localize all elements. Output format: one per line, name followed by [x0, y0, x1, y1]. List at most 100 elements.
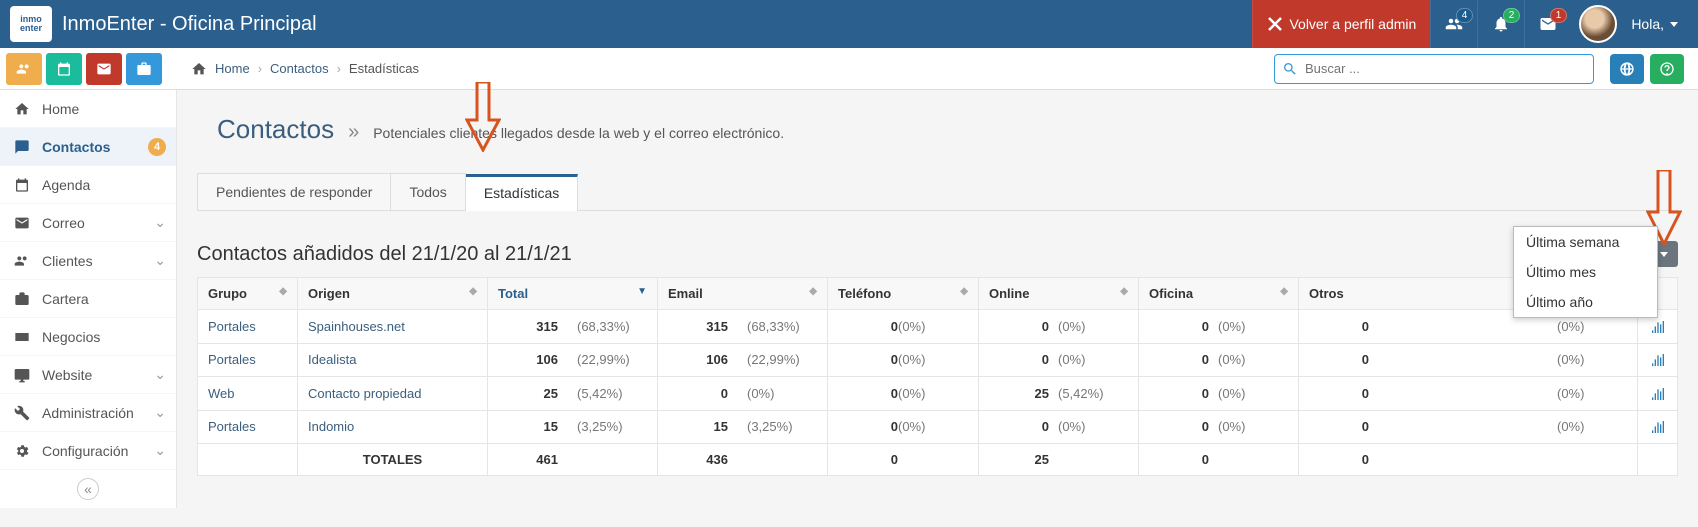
cell-origen[interactable]: Spainhouses.net: [298, 310, 488, 344]
quick-users-button[interactable]: [6, 53, 42, 85]
sidebar-item-website[interactable]: Website⌄: [0, 356, 176, 394]
th-total[interactable]: Total▼: [488, 278, 658, 310]
period-option-week[interactable]: Última semana: [1514, 227, 1657, 257]
cell-online: 0(0%): [979, 343, 1139, 377]
cell-origen[interactable]: Idealista: [298, 343, 488, 377]
sidebar-item-correo[interactable]: Correo ⌄: [0, 204, 176, 242]
chevron-down-icon: ⌄: [154, 252, 166, 269]
sidebar-item-administracion[interactable]: Administración ⌄: [0, 394, 176, 432]
sort-icon: ◆: [469, 286, 477, 297]
th-email[interactable]: Email◆: [658, 278, 828, 310]
cell-email: 0(0%): [658, 377, 828, 411]
table-row: PortalesSpainhouses.net315(68,33%)315(68…: [198, 310, 1678, 344]
chevron-down-icon: ⌄: [154, 442, 166, 459]
mail-badge: 1: [1550, 8, 1568, 23]
topbar-users-button[interactable]: 4: [1430, 0, 1477, 48]
cell-total: 25(5,42%): [488, 377, 658, 411]
tab-all[interactable]: Todos: [391, 173, 465, 210]
totals-label: TOTALES: [298, 444, 488, 476]
totals-total: 461: [488, 444, 658, 476]
breadcrumb-home[interactable]: Home: [215, 61, 250, 76]
quick-calendar-button[interactable]: [46, 53, 82, 85]
chevron-down-icon: ⌄: [154, 404, 166, 421]
period-option-year[interactable]: Último año: [1514, 287, 1657, 317]
cell-oficina: 0(0%): [1139, 310, 1299, 344]
tab-pending[interactable]: Pendientes de responder: [197, 173, 391, 210]
cell-telefono: 0(0%): [828, 343, 979, 377]
sidebar-item-label: Configuración: [42, 443, 128, 459]
sidebar-item-configuracion[interactable]: Configuración ⌄: [0, 432, 176, 470]
row-chart-button[interactable]: [1638, 343, 1678, 377]
th-oficina[interactable]: Oficina ◆: [1139, 278, 1299, 310]
chevron-down-icon: [1670, 22, 1678, 27]
calendar-icon: [14, 176, 30, 193]
sidebar-item-clientes[interactable]: Clientes⌄: [0, 242, 176, 280]
row-chart-button[interactable]: [1638, 377, 1678, 411]
sort-icon: ◆: [1280, 286, 1288, 297]
topbar-bell-button[interactable]: 2: [1477, 0, 1524, 48]
sidebar-item-agenda[interactable]: Agenda: [0, 166, 176, 204]
topbar-user-menu[interactable]: Hola,: [1571, 5, 1698, 43]
cell-total: 106(22,99%): [488, 343, 658, 377]
bar-chart-icon: [1650, 386, 1666, 402]
sidebar-item-label: Website: [42, 367, 92, 383]
cell-origen[interactable]: Indomio: [298, 410, 488, 444]
cell-grupo[interactable]: Portales: [198, 343, 298, 377]
th-origen[interactable]: Origen◆: [298, 278, 488, 310]
chevron-down-icon: ⌄: [154, 214, 166, 231]
search-input[interactable]: [1274, 54, 1594, 84]
app-title: InmoEnter - Oficina Principal: [62, 13, 317, 36]
secondbar: Home › Contactos › Estadísticas: [0, 48, 1698, 90]
contacts-badge: 4: [148, 138, 166, 156]
tab-stats[interactable]: Estadísticas: [466, 174, 578, 211]
th-grupo[interactable]: Grupo◆: [198, 278, 298, 310]
sidebar-item-contactos[interactable]: Contactos 4: [0, 128, 176, 166]
page-subtitle: Potenciales clientes llegados desde la w…: [373, 125, 784, 141]
sidebar-item-label: Administración: [42, 405, 134, 421]
totals-otros: 0: [1299, 444, 1638, 476]
globe-button[interactable]: [1610, 54, 1644, 84]
money-icon: [14, 328, 30, 345]
page-title: Contactos: [217, 114, 334, 145]
period-option-month[interactable]: Último mes: [1514, 257, 1657, 287]
th-label: Grupo: [208, 286, 247, 301]
sidebar-item-cartera[interactable]: Cartera: [0, 280, 176, 318]
hello-label: Hola,: [1631, 16, 1664, 32]
cell-grupo[interactable]: Web: [198, 377, 298, 411]
gears-icon: [14, 442, 30, 459]
stats-table: Grupo◆ Origen◆ Total▼ Email◆ Teléfono◆ O…: [197, 277, 1678, 476]
back-to-admin-button[interactable]: Volver a perfil admin: [1252, 0, 1430, 48]
breadcrumb-sep: ›: [258, 61, 262, 76]
th-label: Oficina: [1149, 286, 1193, 301]
cell-telefono: 0(0%): [828, 310, 979, 344]
page-title-sep: »: [348, 121, 359, 144]
sidebar-item-negocios[interactable]: Negocios: [0, 318, 176, 356]
sidebar-item-label: Cartera: [42, 291, 89, 307]
row-chart-button[interactable]: [1638, 410, 1678, 444]
sidebar-item-label: Correo: [42, 215, 85, 231]
cell-grupo[interactable]: Portales: [198, 310, 298, 344]
table-header-row: Grupo◆ Origen◆ Total▼ Email◆ Teléfono◆ O…: [198, 278, 1678, 310]
cell-oficina: 0(0%): [1139, 343, 1299, 377]
help-button[interactable]: [1650, 54, 1684, 84]
topbar-mail-button[interactable]: 1: [1524, 0, 1571, 48]
th-telefono[interactable]: Teléfono◆: [828, 278, 979, 310]
totals-empty2: [1638, 444, 1678, 476]
cell-origen[interactable]: Contacto propiedad: [298, 377, 488, 411]
home-icon: [191, 61, 207, 77]
breadcrumb-sep: ›: [337, 61, 341, 76]
users-icon: [14, 252, 30, 269]
cell-grupo[interactable]: Portales: [198, 410, 298, 444]
breadcrumb-contacts[interactable]: Contactos: [270, 61, 329, 76]
tabs: Pendientes de responder Todos Estadístic…: [197, 173, 1678, 211]
th-online[interactable]: Online◆: [979, 278, 1139, 310]
quick-mail-button[interactable]: [86, 53, 122, 85]
cell-email: 315(68,33%): [658, 310, 828, 344]
table-row: PortalesIdealista106(22,99%)106(22,99%)0…: [198, 343, 1678, 377]
sidebar-item-label: Contactos: [42, 139, 110, 155]
logo[interactable]: inmoenter: [10, 6, 52, 42]
sidebar-item-home[interactable]: Home: [0, 90, 176, 128]
sidebar-collapse-button[interactable]: «: [0, 470, 176, 508]
quick-briefcase-button[interactable]: [126, 53, 162, 85]
sidebar-item-label: Agenda: [42, 177, 90, 193]
